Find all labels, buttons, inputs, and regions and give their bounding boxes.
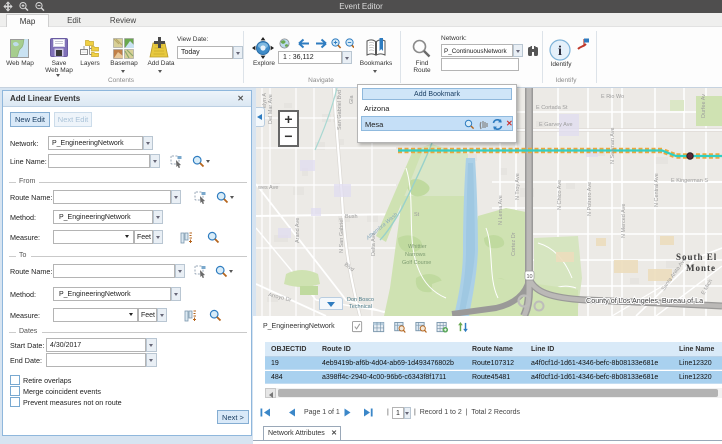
- svg-text:N Troy Ave: N Troy Ave: [515, 173, 521, 200]
- svg-text:i: i: [558, 44, 562, 59]
- svg-text:10: 10: [526, 274, 532, 280]
- svg-text:Arand Ave: Arand Ave: [295, 218, 301, 243]
- svg-text:E Garvey Ave: E Garvey Ave: [539, 122, 573, 128]
- svg-text:elyn A: elyn A: [262, 93, 268, 108]
- svg-text:E Cortada St: E Cortada St: [536, 105, 568, 111]
- svg-text:Golf Course: Golf Course: [402, 260, 431, 266]
- svg-text:wes Ave: wes Ave: [257, 185, 278, 191]
- svg-text:Narrows: Narrows: [405, 252, 426, 258]
- svg-text:E Rio Wo: E Rio Wo: [601, 94, 624, 100]
- svg-text:San Gabriel Bvd: San Gabriel Bvd: [337, 90, 343, 130]
- svg-text:Monte: Monte: [686, 263, 716, 273]
- svg-text:N Seaman Ave: N Seaman Ave: [610, 127, 616, 164]
- svg-text:E Kingerman S: E Kingerman S: [671, 178, 708, 184]
- svg-text:Del Mar Ave: Del Mar Ave: [268, 94, 274, 124]
- svg-text:N Central Ave: N Central Ave: [654, 173, 660, 207]
- svg-text:N Merced Ave: N Merced Ave: [621, 204, 627, 238]
- svg-text:Durfee Av: Durfee Av: [701, 94, 707, 118]
- svg-text:Bush: Bush: [345, 214, 358, 220]
- svg-text:St: St: [414, 212, 420, 218]
- svg-text:Technical: Technical: [349, 304, 372, 310]
- svg-text:Cortez Dr: Cortez Dr: [511, 232, 517, 256]
- svg-text:Don Bosco: Don Bosco: [347, 297, 374, 303]
- svg-text:Whittier: Whittier: [408, 244, 427, 250]
- svg-text:N San Gabriel: N San Gabriel: [339, 218, 345, 253]
- svg-text:N Potrero Ave: N Potrero Ave: [587, 182, 593, 216]
- svg-text:South El: South El: [676, 252, 717, 262]
- svg-text:Gla: Gla: [349, 95, 355, 105]
- svg-text:N Chico Ave: N Chico Ave: [557, 180, 563, 210]
- svg-text:N Lema Ave: N Lema Ave: [498, 195, 504, 225]
- svg-text:County of Los Angeles, Bureau: County of Los Angeles, Bureau of La: [586, 296, 703, 305]
